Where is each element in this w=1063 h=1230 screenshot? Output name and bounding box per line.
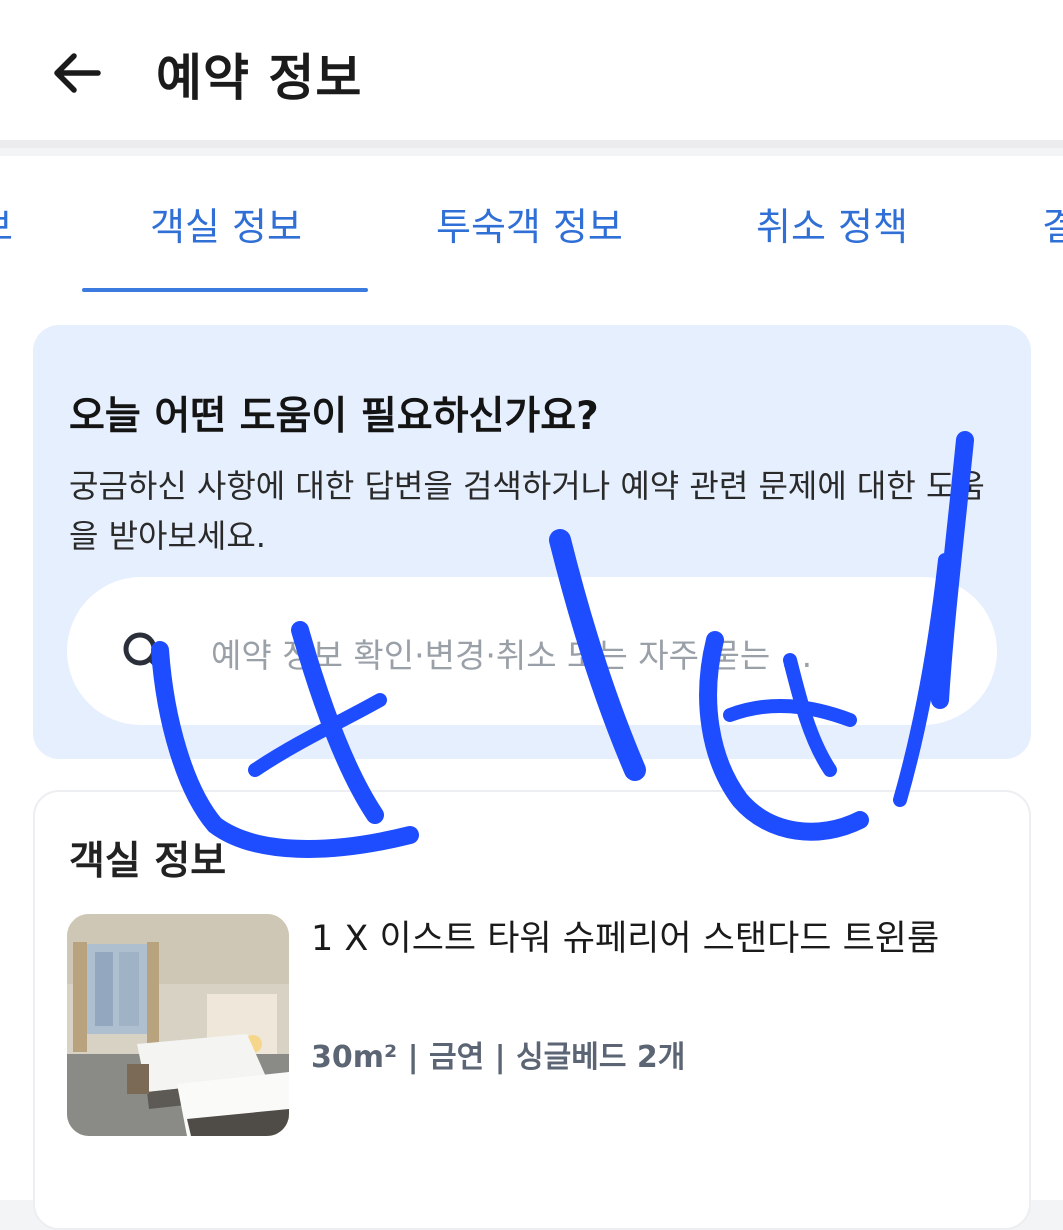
arrow-left-icon [54,53,101,93]
active-tab-indicator [82,288,368,292]
tab-overview[interactable]: 보 [0,196,13,251]
search-icon [123,632,163,672]
help-title: 오늘 어떤 도움이 필요하신가요? [69,394,599,439]
app-header: 예약 정보 [0,0,1063,148]
help-description: 궁금하신 사항에 대한 답변을 검색하거나 예약 관련 문제에 대한 도움을 받… [69,467,985,555]
tab-room-info[interactable]: 객실 정보 [150,196,302,251]
room-section-title: 객실 정보 [69,839,227,884]
search-input[interactable]: 예약 정보 확인·변경·취소 또는 자주 묻는 ... [67,577,997,725]
room-info-card: 객실 정보 1 X 이스트 타워 슈페리어 스탠다드 트윈룸 30m² | 금연… [33,790,1031,1230]
tab-payment[interactable]: 결 [1042,196,1063,251]
search-placeholder: 예약 정보 확인·변경·취소 또는 자주 묻는 ... [211,636,813,675]
main-content: 오늘 어떤 도움이 필요하신가요? 궁금하신 사항에 대한 답변을 검색하거나 … [0,300,1063,1230]
room-photo[interactable] [67,914,289,1136]
tab-cancel-policy[interactable]: 취소 정책 [756,196,908,251]
help-card: 오늘 어떤 도움이 필요하신가요? 궁금하신 사항에 대한 답변을 검색하거나 … [33,325,1031,759]
tab-bar: 보 객실 정보 투숙객 정보 취소 정책 결 [0,156,1063,300]
page-title: 예약 정보 [156,49,363,107]
back-button[interactable] [44,40,110,106]
room-name: 1 X 이스트 타워 슈페리어 스탠다드 트윈룸 [311,919,940,959]
tab-guest-info[interactable]: 투숙객 정보 [436,196,623,251]
room-meta: 30m² | 금연 | 싱글베드 2개 [311,1040,686,1075]
